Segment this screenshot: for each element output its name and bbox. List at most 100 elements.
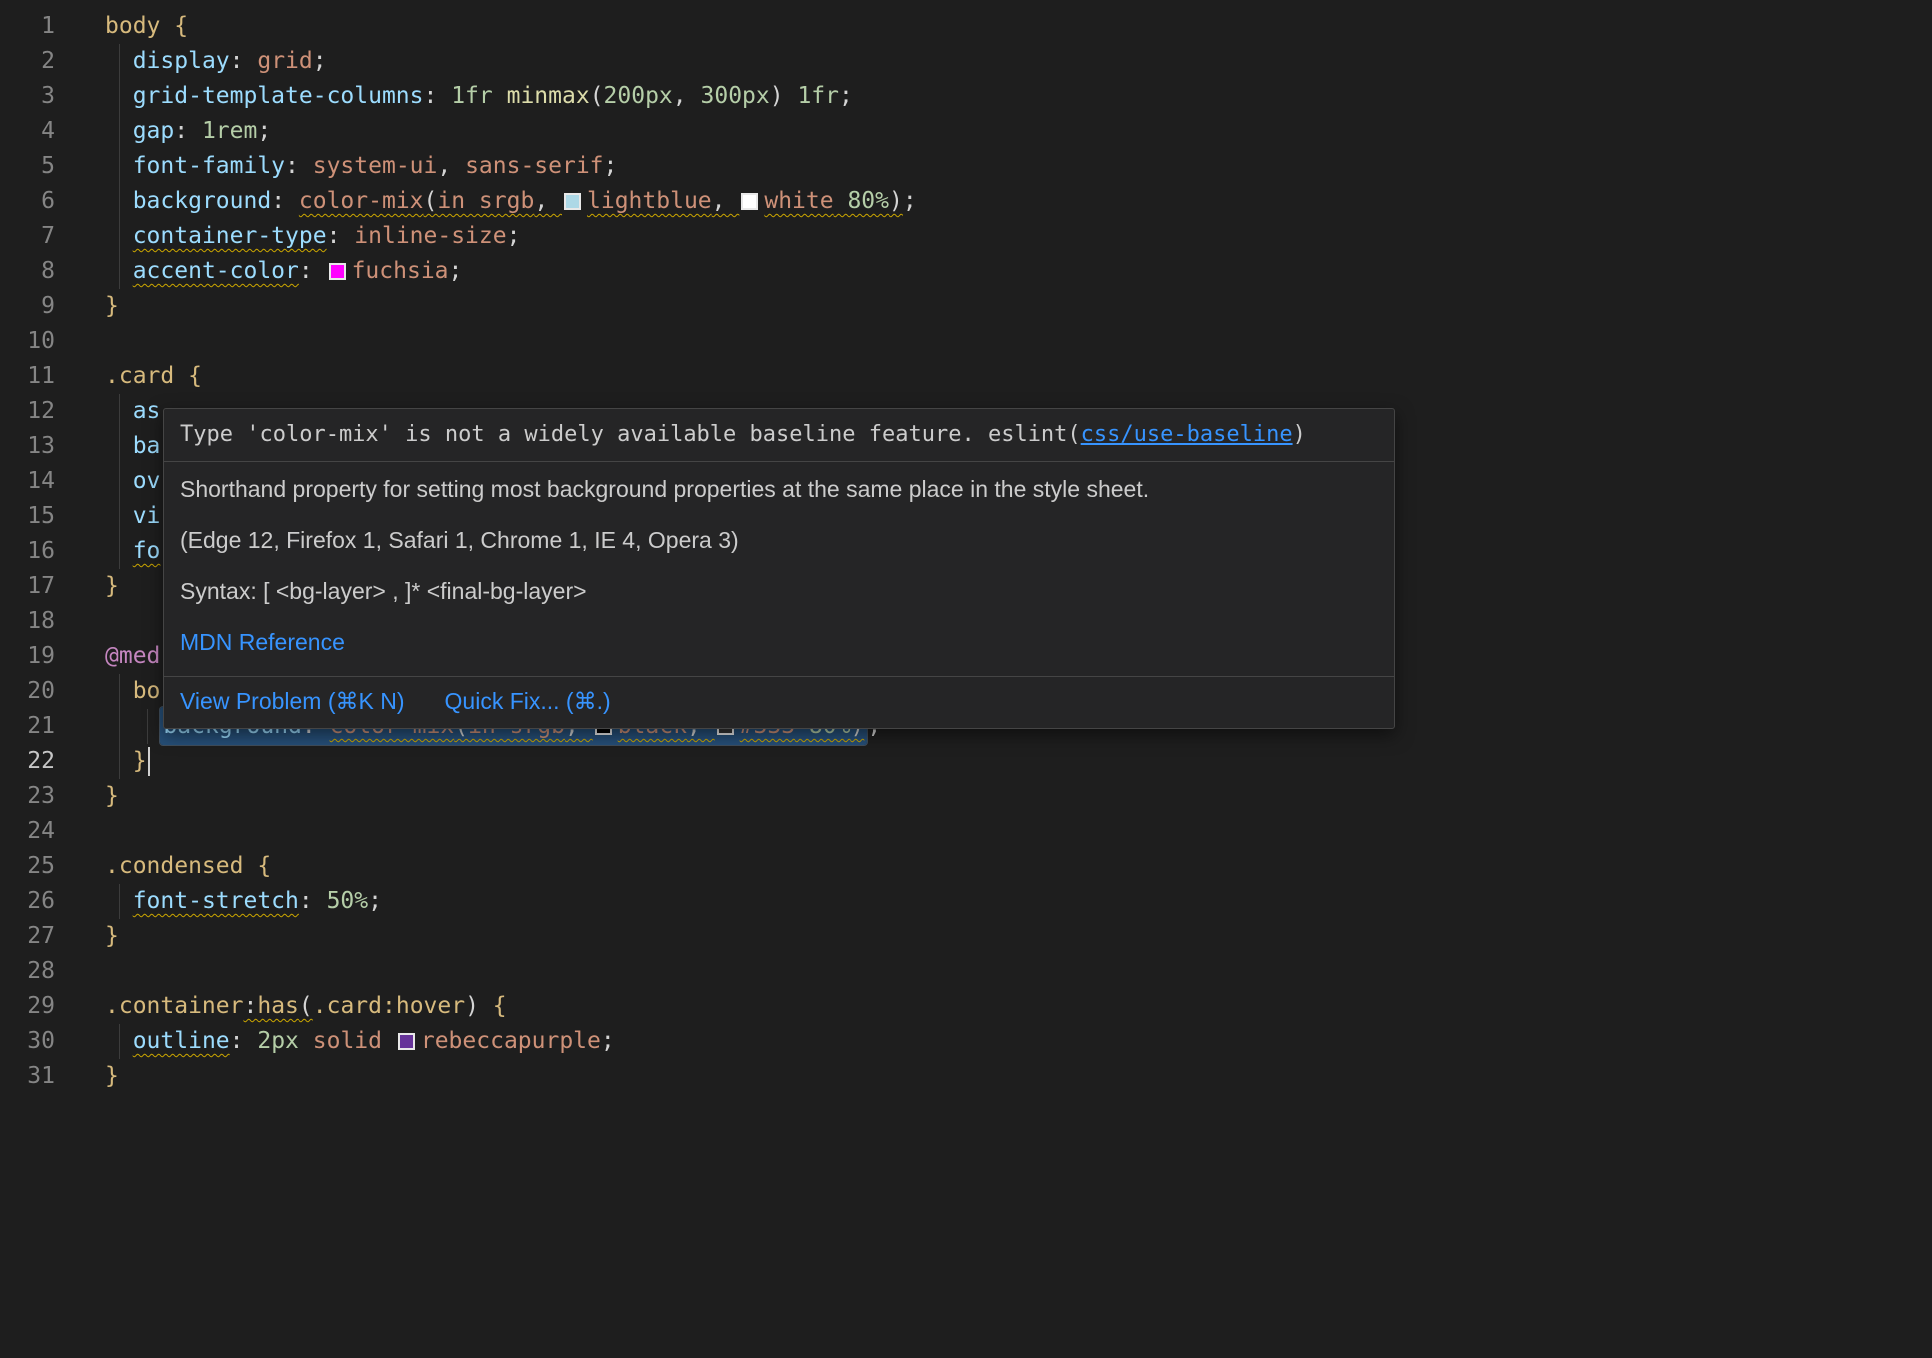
line-number: 15 [0, 499, 55, 534]
code-line: 31} [0, 1059, 1932, 1094]
line-text[interactable]: font-family: system-ui, sans-serif; [105, 149, 1932, 184]
browser-support: (Edge 12, Firefox 1, Safari 1, Chrome 1,… [180, 527, 1378, 554]
code-line: 23} [0, 779, 1932, 814]
line-number: 18 [0, 604, 55, 639]
line-text[interactable]: body { [105, 9, 1932, 44]
line-text[interactable]: display: grid; [105, 44, 1932, 79]
code-token: ; [601, 1028, 615, 1054]
line-number: 17 [0, 569, 55, 604]
code-line: 9} [0, 289, 1932, 324]
code-token: : [230, 48, 258, 74]
code-token: , [673, 83, 701, 109]
code-token: , [437, 153, 465, 179]
token-group: } [105, 923, 119, 949]
line-text[interactable]: .card { [105, 359, 1932, 394]
line-text[interactable]: } [105, 744, 1932, 779]
code-token: : [424, 83, 452, 109]
token-group: gap: 1rem; [105, 118, 271, 144]
indent-guide [119, 534, 120, 569]
hover-documentation: Shorthand property for setting most back… [164, 462, 1394, 656]
token-group: bo [105, 678, 160, 704]
line-number: 2 [0, 44, 55, 79]
line-number: 28 [0, 954, 55, 989]
code-token: @med [105, 643, 160, 669]
code-line: 24 [0, 814, 1932, 849]
token-group: } [105, 573, 119, 599]
line-number: 27 [0, 919, 55, 954]
line-text[interactable]: font-stretch: 50%; [105, 884, 1932, 919]
code-token: 200px [604, 83, 673, 109]
indent-guide [119, 184, 120, 219]
code-token: gap [133, 118, 175, 144]
indent-guide [119, 79, 120, 114]
line-number: 6 [0, 184, 55, 219]
code-token: : [285, 153, 313, 179]
indent-guide [119, 429, 120, 464]
token-group: } [105, 1063, 119, 1089]
code-token: minmax [507, 83, 590, 109]
line-text[interactable]: container-type: inline-size; [105, 219, 1932, 254]
line-number: 21 [0, 709, 55, 744]
color-swatch[interactable] [329, 263, 346, 280]
code-token: ( [424, 188, 438, 214]
mdn-reference-link[interactable]: MDN Reference [180, 629, 345, 655]
line-text[interactable]: } [105, 919, 1932, 954]
token-group: : fuchsia; [299, 258, 463, 284]
token-group: } [105, 923, 119, 949]
code-token: 1fr [451, 83, 506, 109]
code-token: fuchsia [352, 258, 449, 284]
code-token: { [257, 853, 271, 879]
line-text[interactable] [105, 324, 1932, 359]
token-group: : inline-size; [327, 223, 521, 249]
code-token [834, 188, 848, 214]
code-token: { [174, 13, 188, 39]
code-token: , [534, 188, 562, 214]
line-text[interactable] [105, 814, 1932, 849]
line-text[interactable]: grid-template-columns: 1fr minmax(200px,… [105, 79, 1932, 114]
code-token: rebeccapurple [421, 1028, 601, 1054]
code-token: in srgb [437, 188, 534, 214]
view-problem-link[interactable]: View Problem (⌘K N) [180, 688, 405, 715]
line-text[interactable] [105, 954, 1932, 989]
color-swatch[interactable] [398, 1033, 415, 1050]
code-line: 26 font-stretch: 50%; [0, 884, 1932, 919]
line-number: 31 [0, 1059, 55, 1094]
token-group: .condensed { [105, 853, 271, 879]
quick-fix-link[interactable]: Quick Fix... (⌘.) [445, 688, 611, 715]
token-group: .container:has(.card:hover) { [105, 993, 507, 1019]
code-token: ; [903, 188, 917, 214]
indent-guide [119, 744, 120, 779]
code-line: 6 background: color-mix(in srgb, lightbl… [0, 184, 1932, 219]
indent-guide [119, 709, 120, 744]
code-line: 30 outline: 2px solid rebeccapurple; [0, 1024, 1932, 1059]
color-swatch[interactable] [741, 193, 758, 210]
line-text[interactable]: } [105, 779, 1932, 814]
line-text[interactable]: gap: 1rem; [105, 114, 1932, 149]
indent-guide [119, 674, 120, 709]
token-group [105, 713, 160, 739]
line-text[interactable]: } [105, 289, 1932, 324]
code-token: ; [604, 153, 618, 179]
code-token: font-stretch [133, 888, 299, 914]
color-swatch[interactable] [564, 193, 581, 210]
line-text[interactable]: .condensed { [105, 849, 1932, 884]
code-line: 4 gap: 1rem; [0, 114, 1932, 149]
code-line: 7 container-type: inline-size; [0, 219, 1932, 254]
eslint-rule-link[interactable]: css/use-baseline [1081, 422, 1293, 447]
code-token: ; [368, 888, 382, 914]
code-line: 10 [0, 324, 1932, 359]
line-text[interactable]: } [105, 1059, 1932, 1094]
line-number: 3 [0, 79, 55, 114]
line-text[interactable]: outline: 2px solid rebeccapurple; [105, 1024, 1932, 1059]
code-editor[interactable]: 1body {2 display: grid;3 grid-template-c… [0, 0, 1932, 1358]
code-token: } [105, 923, 119, 949]
code-token: { [188, 363, 202, 389]
line-text[interactable]: background: color-mix(in srgb, lightblue… [105, 184, 1932, 219]
line-text[interactable]: accent-color: fuchsia; [105, 254, 1932, 289]
token-group: @med [105, 643, 160, 669]
code-token: ; [257, 118, 271, 144]
code-token: background [133, 188, 271, 214]
code-token: ba [133, 433, 161, 459]
line-text[interactable]: .container:has(.card:hover) { [105, 989, 1932, 1024]
code-token: : [271, 188, 299, 214]
